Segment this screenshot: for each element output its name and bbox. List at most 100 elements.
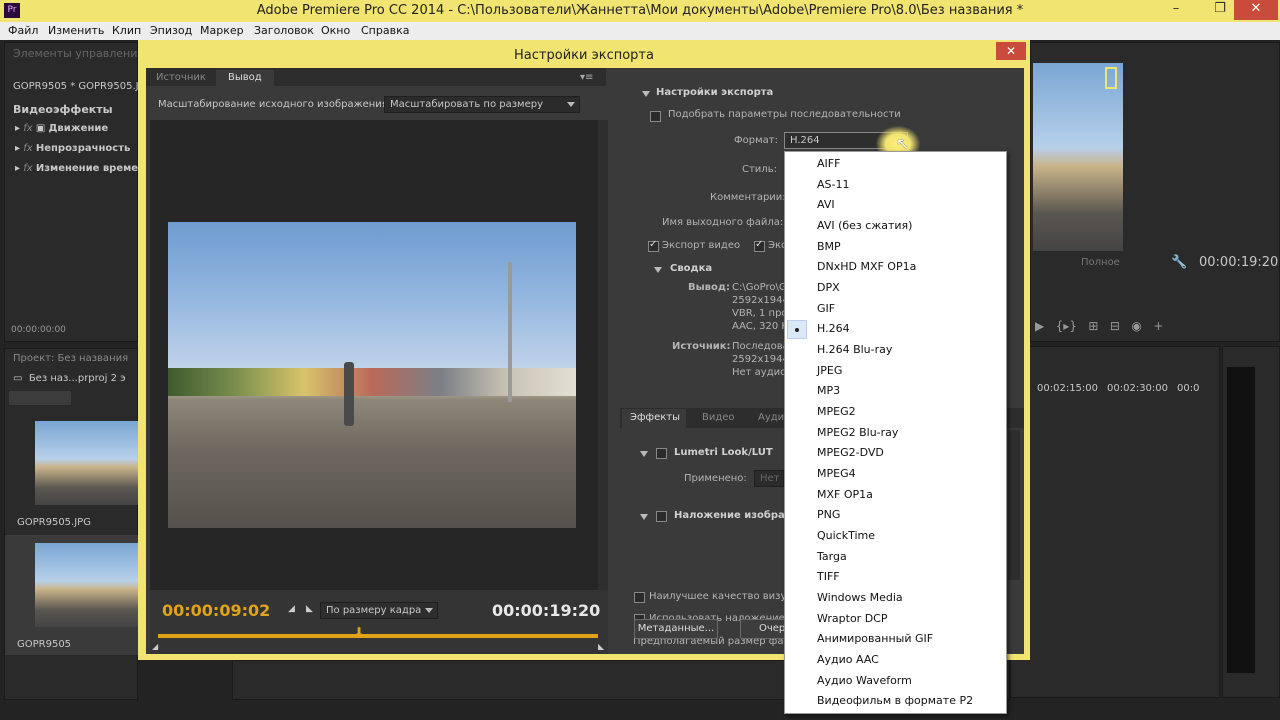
format-option[interactable]: Аудио AAC <box>817 653 879 666</box>
format-option[interactable]: DPX <box>817 281 840 294</box>
format-option[interactable]: JPEG <box>817 364 842 377</box>
format-option[interactable]: MPEG2 Blu-ray <box>817 426 898 439</box>
menu-help[interactable]: Справка <box>361 24 409 37</box>
format-option[interactable]: Аудио Waveform <box>817 674 912 687</box>
fit-select[interactable]: По размеру кадра <box>320 602 438 619</box>
video-preview-frame <box>168 222 576 528</box>
menu-file[interactable]: Файл <box>8 24 38 37</box>
format-option[interactable]: Windows Media <box>817 591 903 604</box>
program-quality[interactable]: Полное <box>1081 257 1120 268</box>
work-area-bar[interactable] <box>158 634 598 638</box>
scale-select[interactable]: Масштабировать по размеру <box>384 96 580 113</box>
collapse-icon[interactable] <box>654 267 662 273</box>
transport-controls[interactable]: ▶ {▸} ⊞ ⊟ ◉ + <box>1035 319 1163 333</box>
match-sequence-label: Подобрать параметры последовательности <box>668 109 901 120</box>
format-option[interactable]: DNxHD MXF OP1a <box>817 260 916 273</box>
format-option[interactable]: AIFF <box>817 157 840 170</box>
tab-video[interactable]: Видео <box>702 412 735 423</box>
timeline-time: 00:02:30:00 <box>1107 383 1169 394</box>
menu-marker[interactable]: Маркер <box>200 24 244 37</box>
tab-audio[interactable]: Ауди <box>758 412 784 423</box>
playhead-icon[interactable]: ⬇ <box>354 625 364 639</box>
format-option[interactable]: Видеофильм в формате P2 <box>817 694 973 707</box>
project-thumbnail-seq[interactable] <box>35 543 139 627</box>
menu-edit[interactable]: Изменить <box>48 24 104 37</box>
out-point-icon[interactable]: ◣ <box>598 642 604 651</box>
export-audio-checkbox[interactable] <box>754 239 765 252</box>
effect-row-motion[interactable]: ▸ fx ▣ Движение <box>15 123 108 134</box>
source-label: Источник: <box>672 341 731 352</box>
timeline-time: 00:02:15:00 <box>1037 383 1099 394</box>
format-label: Формат: <box>734 135 778 146</box>
close-icon[interactable]: ✕ <box>1234 0 1278 20</box>
export-video-checkbox[interactable] <box>648 239 659 252</box>
preview-scrollbar[interactable] <box>598 120 608 590</box>
source-line: Последова <box>732 341 789 352</box>
output-label: Вывод: <box>688 282 730 293</box>
format-option[interactable]: PNG <box>817 508 840 521</box>
project-title: Проект: Без названия <box>13 353 129 364</box>
project-panel: Проект: Без названия ▭ Без наз...prproj … <box>4 348 139 700</box>
current-timecode[interactable]: 00:00:09:02 <box>162 601 270 620</box>
lumetri-checkbox[interactable] <box>656 448 667 459</box>
format-option[interactable]: TIFF <box>817 570 840 583</box>
format-value: H.264 <box>790 135 820 146</box>
minimize-icon[interactable]: – <box>1164 0 1188 20</box>
dialog-close-icon[interactable]: ✕ <box>996 42 1026 60</box>
format-option[interactable]: Targa <box>817 550 847 563</box>
menu-clip[interactable]: Клип <box>112 24 141 37</box>
program-timecode: 00:00:19:20 <box>1199 255 1279 270</box>
collapse-icon[interactable] <box>640 514 648 520</box>
format-option[interactable]: H.264 Blu-ray <box>817 343 892 356</box>
overlay-checkbox[interactable] <box>656 511 667 522</box>
style-label: Стиль: <box>742 164 777 175</box>
restore-icon[interactable]: ❐ <box>1208 0 1232 20</box>
best-quality-checkbox[interactable] <box>634 592 645 603</box>
metadata-button[interactable]: Метаданные... <box>634 619 718 639</box>
best-quality-label: Наилучшее качество визуа <box>649 591 793 602</box>
wrench-icon[interactable]: 🔧 <box>1171 255 1187 270</box>
collapse-icon[interactable] <box>642 91 650 97</box>
collapse-icon[interactable] <box>640 451 648 457</box>
project-search-input[interactable] <box>9 391 71 405</box>
effect-row-time-remap[interactable]: ▸ fx Изменение времени <box>15 163 152 174</box>
applied-select[interactable]: Нет <box>754 470 784 487</box>
clip-tab[interactable]: GOPR9505 * GOPR9505.JPG <box>13 81 152 92</box>
tab-output[interactable]: Вывод <box>216 70 274 86</box>
format-option[interactable]: QuickTime <box>817 529 875 542</box>
project-file-name: Без наз...prproj <box>28 373 108 384</box>
panel-menu-icon[interactable]: ▾≡ <box>580 72 593 83</box>
tab-source[interactable]: Источник <box>156 72 206 83</box>
mark-out-icon[interactable]: ◣ <box>306 604 313 614</box>
format-option[interactable]: MPEG2 <box>817 405 856 418</box>
format-option[interactable]: AVI (без сжатия) <box>817 219 912 232</box>
project-thumbnail-jpg[interactable] <box>35 421 139 505</box>
format-option-selected[interactable]: H.264 <box>817 322 850 335</box>
format-option[interactable]: BMP <box>817 240 841 253</box>
menu-sequence[interactable]: Эпизод <box>150 24 192 37</box>
duration-timecode: 00:00:19:20 <box>492 601 601 620</box>
format-option[interactable]: MPEG4 <box>817 467 856 480</box>
settings-scrollbar[interactable] <box>1008 430 1020 580</box>
menu-window[interactable]: Окно <box>321 24 350 37</box>
comments-label: Комментарии: <box>710 192 786 203</box>
format-option[interactable]: Анимированный GIF <box>817 632 933 645</box>
format-dropdown-list[interactable]: AIFF AS-11 AVI AVI (без сжатия) BMP DNxH… <box>784 151 1007 714</box>
format-option[interactable]: AS-11 <box>817 178 849 191</box>
summary-heading: Сводка <box>670 263 713 274</box>
match-sequence-checkbox[interactable] <box>650 111 661 122</box>
format-option[interactable]: MP3 <box>817 384 840 397</box>
tab-effects[interactable]: Эффекты <box>622 409 686 428</box>
mark-in-icon[interactable]: ◢ <box>288 604 295 614</box>
menu-title[interactable]: Заголовок <box>254 24 314 37</box>
chevron-down-icon <box>567 102 575 107</box>
format-option[interactable]: MPEG2-DVD <box>817 446 884 459</box>
format-option[interactable]: AVI <box>817 198 835 211</box>
effect-row-opacity[interactable]: ▸ fx Непрозрачность <box>15 143 130 154</box>
format-option[interactable]: Wraptor DCP <box>817 612 887 625</box>
fit-value: По размеру кадра <box>326 605 422 616</box>
timeline-time: 00:0 <box>1177 383 1200 394</box>
in-point-icon[interactable]: ◢ <box>152 642 158 651</box>
format-option[interactable]: MXF OP1a <box>817 488 873 501</box>
format-option[interactable]: GIF <box>817 302 835 315</box>
